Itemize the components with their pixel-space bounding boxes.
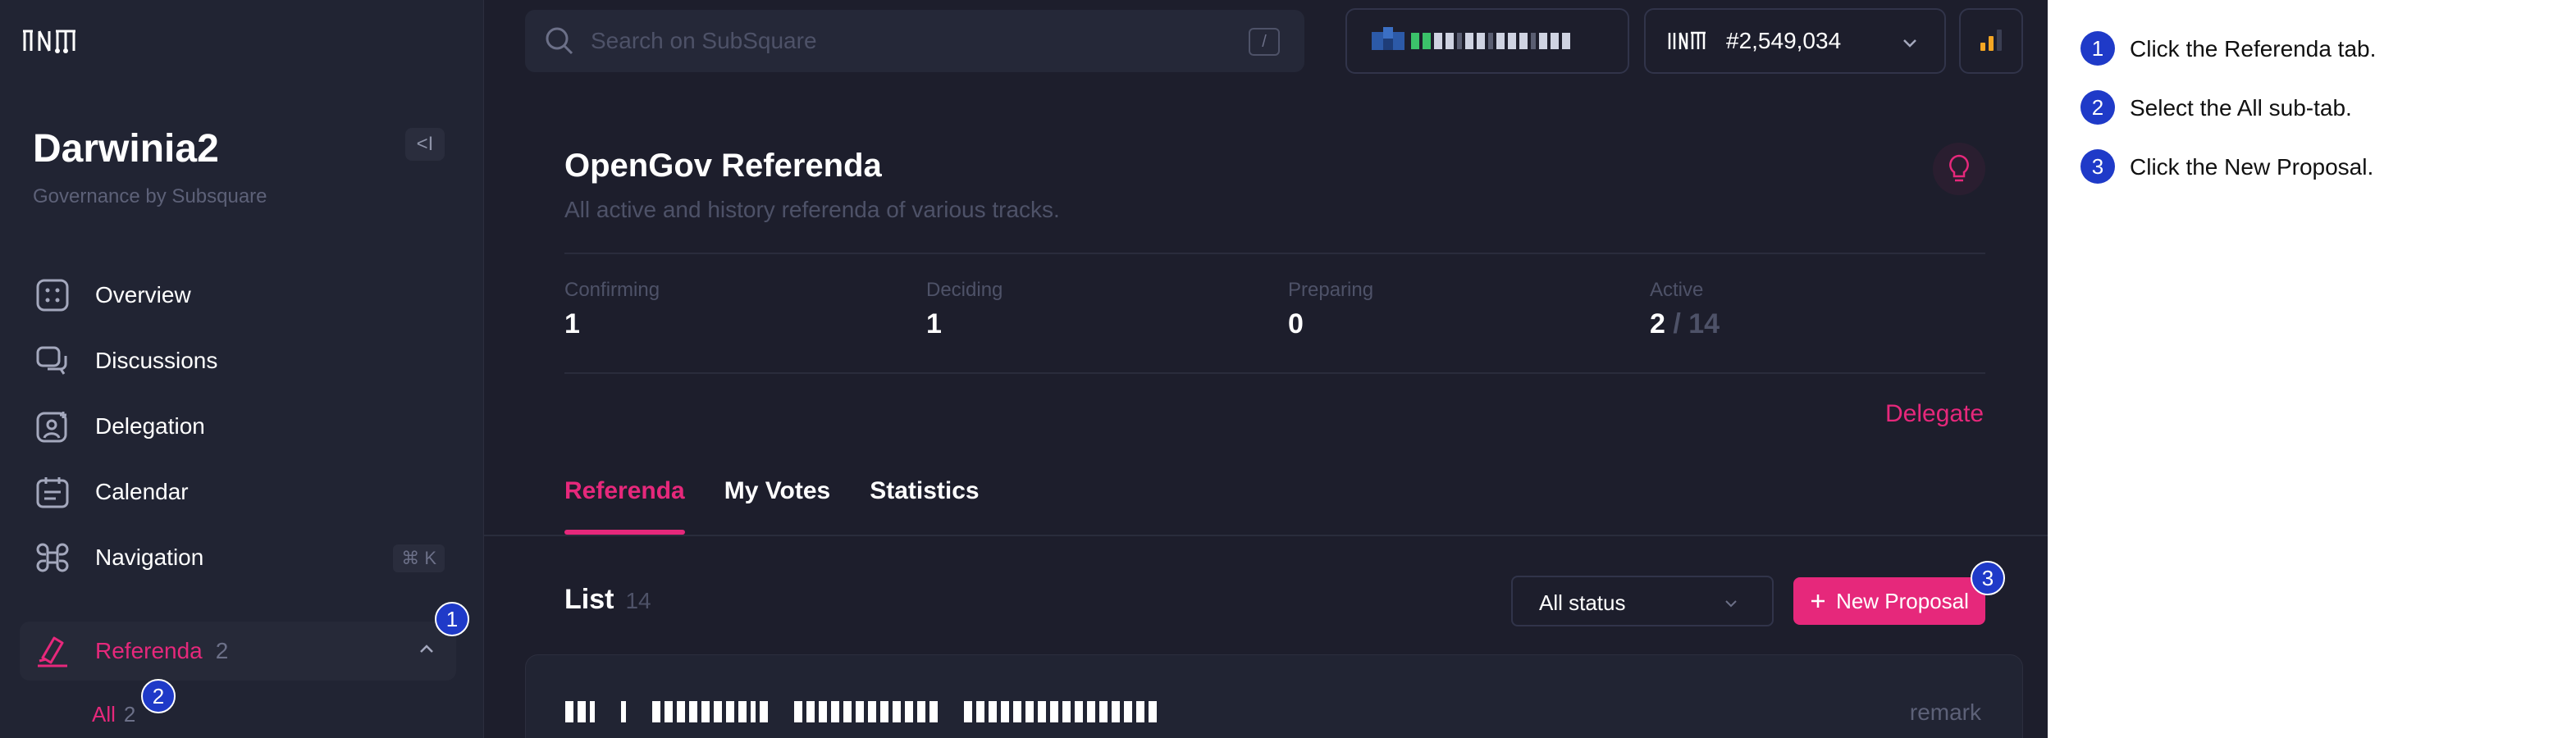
subsquare-logo-icon xyxy=(1668,31,1706,50)
sidebar-item-discussions[interactable]: Discussions xyxy=(20,331,456,390)
instruction-text: Select the All sub-tab. xyxy=(2130,95,2352,121)
signal-strength-icon xyxy=(1980,30,2002,51)
stat-active-value: 2 xyxy=(1650,308,1665,339)
stat-deciding: Deciding 1 xyxy=(926,279,1003,340)
tab-my-votes[interactable]: My Votes xyxy=(724,477,830,535)
network-status-button[interactable] xyxy=(1959,8,2023,74)
sidebar-item-label: Delegation xyxy=(95,413,205,439)
sidebar-item-navigation[interactable]: Navigation ⌘ K xyxy=(20,528,456,587)
search-input[interactable] xyxy=(591,25,1165,57)
header-divider xyxy=(564,253,1985,254)
stat-value: 2 / 14 xyxy=(1650,308,1720,340)
sidebar-subitem-all[interactable]: All 2 xyxy=(92,702,135,727)
brand-subtitle: Governance by Subsquare xyxy=(33,185,267,207)
stat-label: Confirming xyxy=(564,279,660,301)
brand-name: Darwinia2 xyxy=(33,127,219,171)
calendar-icon xyxy=(33,472,72,512)
search-shortcut-key: / xyxy=(1249,28,1280,56)
status-filter-value: All status xyxy=(1539,590,1626,615)
sidebar-item-label: Navigation xyxy=(95,544,204,570)
stat-active: Active 2 / 14 xyxy=(1650,279,1720,340)
instruction-number: 2 xyxy=(2080,90,2115,125)
account-avatar-icon xyxy=(1372,27,1404,50)
stats-divider xyxy=(564,372,1985,374)
page-title: OpenGov Referenda xyxy=(564,148,882,184)
stat-preparing: Preparing 0 xyxy=(1288,279,1373,340)
stat-confirming: Confirming 1 xyxy=(564,279,660,340)
command-icon xyxy=(33,538,72,577)
sidebar-item-label: Discussions xyxy=(95,348,218,373)
plus-icon xyxy=(1811,594,1825,608)
instruction-text: Click the Referenda tab. xyxy=(2130,36,2377,61)
list-item[interactable]: remark xyxy=(525,654,2023,738)
referenda-icon xyxy=(33,631,72,671)
stat-value: 0 xyxy=(1288,308,1304,339)
lightbulb-icon xyxy=(1949,154,1969,182)
sidebar-subitem-count: 2 xyxy=(123,702,136,727)
tab-statistics[interactable]: Statistics xyxy=(870,477,979,535)
instruction-number: 1 xyxy=(2080,31,2115,66)
sidebar-item-calendar[interactable]: Calendar xyxy=(20,462,456,522)
stat-active-total: / 14 xyxy=(1665,308,1720,339)
step-badge-3: 3 xyxy=(1971,561,2005,595)
search-bar[interactable]: / xyxy=(525,10,1304,72)
delegation-icon xyxy=(33,407,72,446)
discussions-icon xyxy=(33,341,72,380)
search-icon xyxy=(546,27,573,55)
referenda-count: 2 xyxy=(215,638,229,663)
tab-referenda[interactable]: Referenda xyxy=(564,477,685,535)
tips-button[interactable] xyxy=(1933,143,1985,195)
overview-icon xyxy=(33,276,72,315)
instruction-text: Click the New Proposal. xyxy=(2130,154,2374,180)
sidebar-item-overview[interactable]: Overview xyxy=(20,266,456,325)
collapse-sidebar-button[interactable]: <I xyxy=(405,128,445,161)
list-item-title xyxy=(565,701,1157,722)
account-button[interactable] xyxy=(1345,8,1629,74)
subsquare-logo-icon[interactable] xyxy=(21,25,87,57)
status-filter-select[interactable]: All status xyxy=(1511,576,1774,626)
stat-label: Preparing xyxy=(1288,279,1374,301)
chevron-down-icon xyxy=(1725,600,1737,608)
stat-value: 1 xyxy=(564,308,580,339)
sidebar-item-delegation[interactable]: Delegation xyxy=(20,397,456,456)
list-title: List xyxy=(564,584,614,615)
sidebar-item-label: Overview xyxy=(95,282,191,308)
chevron-down-icon xyxy=(1903,39,1916,48)
list-header: List 14 xyxy=(564,584,651,616)
delegate-button[interactable]: Delegate xyxy=(1885,400,1984,428)
referenda-tabs: Referenda My Votes Statistics xyxy=(564,477,980,535)
list-item-tag: remark xyxy=(1909,699,1981,725)
sidebar-subitem-label: All xyxy=(92,702,116,727)
chain-block-selector[interactable]: #2,549,034 xyxy=(1644,8,1946,74)
instruction-number: 3 xyxy=(2080,149,2115,184)
new-proposal-label: New Proposal xyxy=(1836,588,1969,613)
step-badge-1: 1 xyxy=(435,602,469,636)
sidebar-item-label: Referenda xyxy=(95,638,203,663)
sidebar-item-referenda[interactable]: Referenda 2 xyxy=(20,622,456,681)
navigation-shortcut: ⌘ K xyxy=(393,544,445,572)
chevron-up-icon[interactable] xyxy=(417,640,436,659)
sidebar: Darwinia2 Governance by Subsquare <I Ove… xyxy=(0,0,484,738)
list-count: 14 xyxy=(625,588,651,613)
stat-label: Active xyxy=(1650,279,1704,301)
block-number: #2,549,034 xyxy=(1726,28,1842,53)
account-address xyxy=(1411,33,1570,49)
tabs-divider xyxy=(484,535,2048,536)
page-subtitle: All active and history referenda of vari… xyxy=(564,197,1060,222)
stat-label: Deciding xyxy=(926,279,1003,301)
sidebar-item-label: Calendar xyxy=(95,479,189,504)
step-badge-2: 2 xyxy=(141,679,176,713)
stat-value: 1 xyxy=(926,308,942,339)
app-window: Darwinia2 Governance by Subsquare <I Ove… xyxy=(0,0,2048,738)
new-proposal-button[interactable]: New Proposal xyxy=(1793,577,1985,625)
